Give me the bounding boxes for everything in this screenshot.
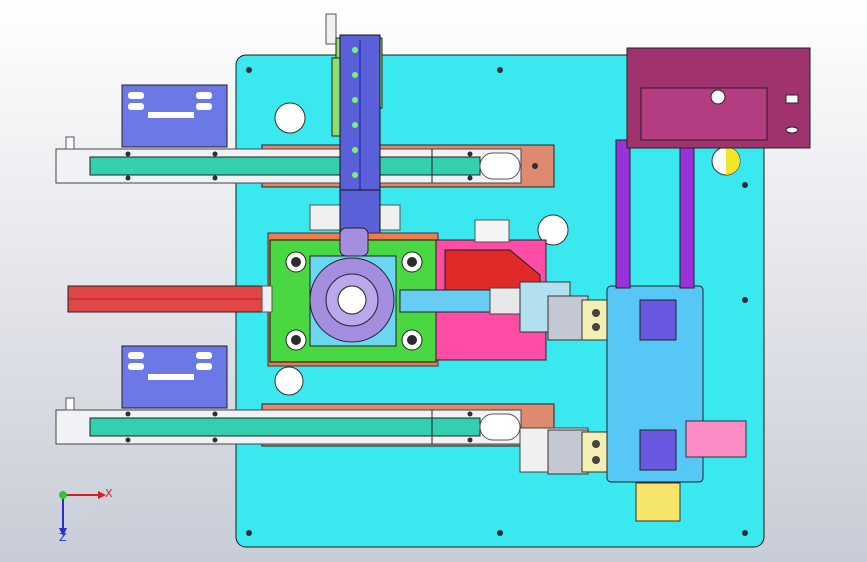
lower-bracket <box>121 345 228 409</box>
upper-bracket <box>121 84 228 148</box>
cad-viewport[interactable]: X Z <box>0 0 867 562</box>
x-axis-label: X <box>105 487 113 500</box>
mounting-hole <box>274 102 306 134</box>
linear-rail <box>67 285 273 313</box>
mounting-hole <box>274 366 304 396</box>
assembly-view: X Z <box>0 0 867 562</box>
z-axis-label: Z <box>59 531 67 544</box>
